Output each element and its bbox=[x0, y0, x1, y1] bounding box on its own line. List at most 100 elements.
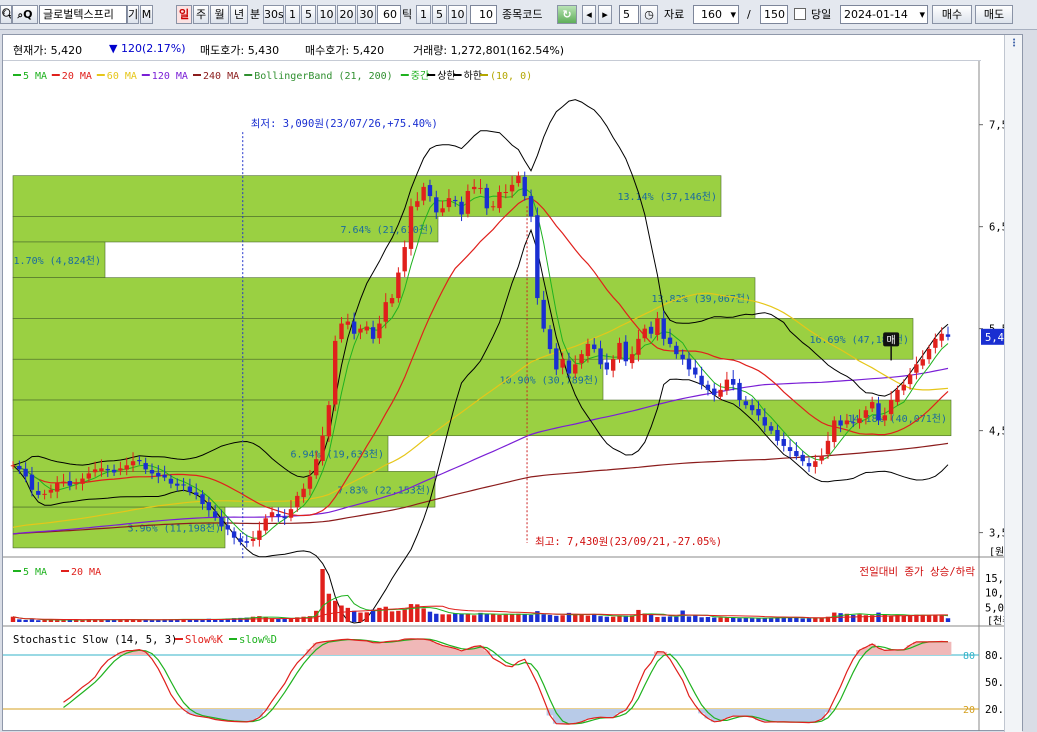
candle-body bbox=[440, 208, 445, 213]
candle-body bbox=[749, 405, 755, 411]
volume-bar bbox=[23, 619, 28, 622]
volume-bar bbox=[389, 611, 395, 622]
tick-1[interactable]: 1 bbox=[416, 5, 431, 24]
legend-label: (10, 0) bbox=[490, 71, 532, 82]
next-arrow-icon[interactable]: ▸ bbox=[598, 5, 612, 24]
same-day-checkbox[interactable] bbox=[794, 8, 806, 20]
volume-bar bbox=[573, 614, 578, 622]
volume-bar bbox=[484, 613, 490, 622]
candle-body bbox=[345, 321, 351, 325]
date-select[interactable]: 2024-01-14 ▾ bbox=[840, 5, 928, 24]
price-chart-svg[interactable]: 5 MA 20 MA 60 MA 120 MA 240 MA BollingerBand … bbox=[3, 61, 1005, 731]
candle-body bbox=[225, 525, 230, 530]
buy-button[interactable]: 매수 bbox=[932, 5, 972, 24]
tab-20m[interactable]: 20 bbox=[337, 5, 356, 24]
bid-price: 매수호가: 5,420 bbox=[305, 44, 385, 57]
tab-yearly[interactable]: 년 bbox=[230, 5, 248, 24]
candle-body bbox=[465, 190, 471, 214]
candle-body bbox=[554, 348, 559, 370]
period-button-2[interactable]: M bbox=[140, 5, 153, 24]
candle-body bbox=[592, 344, 597, 350]
tick-10[interactable]: 10 bbox=[448, 5, 467, 24]
tick-input[interactable]: 60 bbox=[377, 5, 401, 24]
candle-body bbox=[471, 186, 477, 190]
candle-body bbox=[326, 405, 332, 437]
tab-weekly[interactable]: 주 bbox=[193, 5, 209, 24]
data-count-select[interactable]: 160 ▾ bbox=[693, 5, 739, 24]
candle-body bbox=[806, 463, 812, 467]
volume-bar bbox=[749, 618, 755, 622]
tab-daily[interactable]: 일 bbox=[176, 5, 192, 24]
tab-1m[interactable]: 1 bbox=[285, 5, 300, 24]
candle-body bbox=[92, 469, 98, 473]
prev-arrow-icon[interactable]: ◂ bbox=[582, 5, 596, 24]
tab-5m[interactable]: 5 bbox=[301, 5, 316, 24]
vol-right-note: 전일대비 종가 상승/하락 bbox=[859, 565, 975, 578]
vol-legend-ma5: 5 MA bbox=[23, 567, 47, 578]
period-button-1[interactable]: 기 bbox=[127, 5, 139, 24]
volume-bar bbox=[358, 612, 363, 622]
tab-30s[interactable]: 30s bbox=[263, 5, 284, 24]
candle-body bbox=[478, 187, 483, 189]
current-price-tag: 5,420 bbox=[985, 332, 1005, 344]
stock-name-field[interactable]: 글로벌텍스프리 bbox=[39, 5, 127, 24]
volume-bar bbox=[326, 593, 332, 622]
legend-label: 중간 bbox=[411, 70, 429, 82]
candle-body bbox=[282, 516, 287, 519]
candle-body bbox=[535, 215, 540, 299]
volume-bar bbox=[592, 614, 597, 622]
volume-bar bbox=[497, 614, 502, 622]
page-input[interactable]: 150 bbox=[760, 5, 788, 24]
candle-body bbox=[642, 328, 647, 339]
search-button[interactable]: ⌕Q bbox=[12, 5, 38, 24]
candle-body bbox=[162, 474, 167, 478]
tab-10m[interactable]: 10 bbox=[317, 5, 336, 24]
candle-body bbox=[522, 176, 527, 197]
tab-30m[interactable]: 30 bbox=[357, 5, 376, 24]
search-icon[interactable]: 🔍︎ bbox=[0, 5, 12, 24]
volume-bar bbox=[623, 615, 629, 622]
volume-bar bbox=[339, 605, 344, 622]
volume-bar bbox=[263, 616, 268, 622]
volume-bar bbox=[320, 569, 325, 622]
candle-body bbox=[17, 465, 22, 470]
candle-body bbox=[648, 326, 654, 334]
same-day-label: 당일 bbox=[811, 8, 832, 21]
volume-bar bbox=[465, 614, 471, 622]
tab-monthly[interactable]: 월 bbox=[210, 5, 229, 24]
volume-bar bbox=[370, 609, 376, 622]
tick-label: 틱 bbox=[402, 8, 413, 21]
candle-body bbox=[882, 415, 888, 421]
count-input[interactable]: 10 bbox=[470, 5, 497, 24]
candle-body bbox=[800, 454, 805, 462]
chevron-down-icon: ▾ bbox=[730, 8, 736, 21]
volume-bar bbox=[17, 619, 22, 622]
candle-body bbox=[307, 476, 313, 489]
clock-icon[interactable]: ◷ bbox=[640, 5, 658, 24]
volume-bar bbox=[585, 615, 591, 622]
step-input[interactable]: 5 bbox=[619, 5, 639, 24]
candle-body bbox=[832, 420, 837, 443]
candle-body bbox=[712, 388, 717, 395]
scroll-grip-icon[interactable]: • • • bbox=[1012, 37, 1016, 50]
volume-bar bbox=[705, 616, 711, 622]
candle-body bbox=[560, 359, 565, 368]
candle-body bbox=[358, 328, 363, 333]
volume-bar bbox=[945, 618, 951, 622]
volume-bar bbox=[421, 608, 426, 622]
candle-body bbox=[130, 461, 136, 466]
sell-button[interactable]: 매도 bbox=[975, 5, 1013, 24]
volume-bar bbox=[926, 614, 932, 622]
chevron-down-icon: ▾ bbox=[919, 8, 925, 21]
refresh-icon[interactable]: ↻ bbox=[557, 5, 577, 24]
right-scrollbar[interactable]: • • • bbox=[1004, 35, 1022, 732]
volume-tick-label: 15,000 bbox=[985, 573, 1005, 585]
candle-body bbox=[895, 389, 900, 402]
volume-bar bbox=[648, 614, 654, 622]
legend-label: 240 MA bbox=[203, 71, 239, 82]
tick-5[interactable]: 5 bbox=[432, 5, 447, 24]
volume-bar bbox=[516, 613, 521, 622]
candle-body bbox=[851, 422, 856, 424]
candle-body bbox=[516, 175, 521, 184]
candle-body bbox=[655, 318, 660, 335]
